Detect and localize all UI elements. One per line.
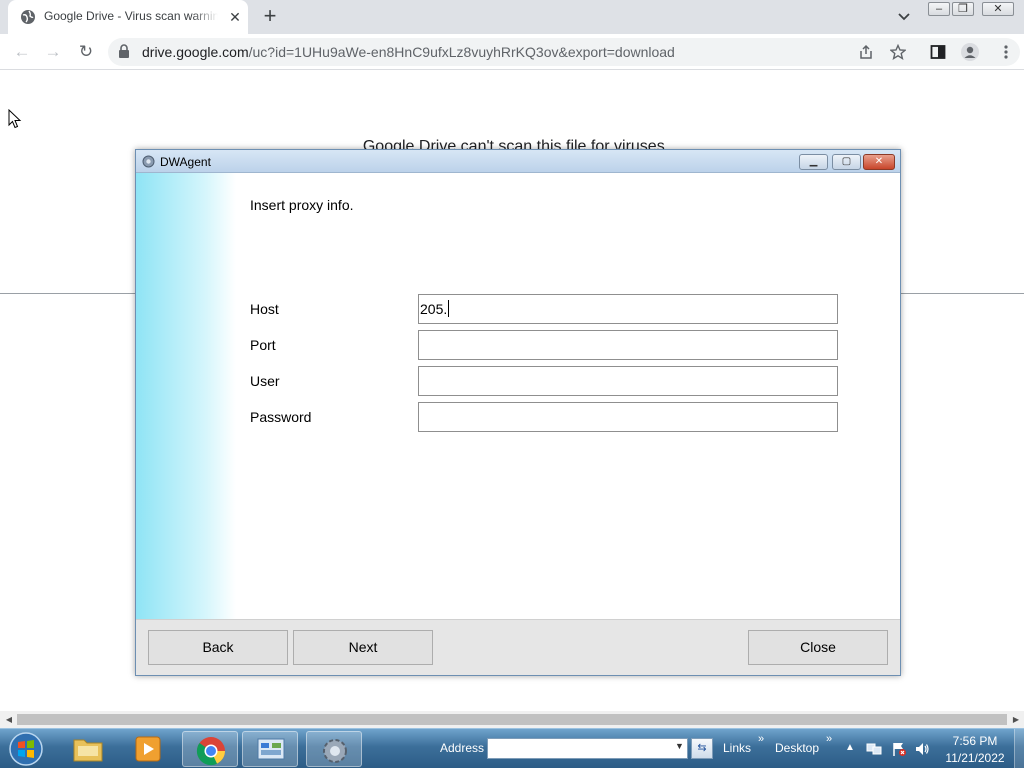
user-input[interactable] bbox=[418, 366, 838, 396]
address-go-icon[interactable]: ⇆ bbox=[691, 738, 713, 759]
volume-icon[interactable] bbox=[914, 741, 930, 757]
lock-icon[interactable] bbox=[118, 44, 130, 58]
reload-icon[interactable]: ↻ bbox=[76, 42, 96, 62]
bookmark-star-icon[interactable] bbox=[890, 44, 906, 60]
window-close-button[interactable]: ✕ bbox=[982, 2, 1014, 16]
links-chevron-icon[interactable]: » bbox=[758, 733, 764, 745]
window-minimize-button[interactable]: – bbox=[928, 2, 950, 16]
network-icon[interactable] bbox=[866, 741, 882, 757]
taskbar-media-player[interactable] bbox=[120, 731, 176, 767]
new-tab-button[interactable]: + bbox=[258, 5, 282, 29]
tab-search-chevron-icon[interactable] bbox=[895, 9, 913, 25]
tray-expand-icon[interactable]: ▲ bbox=[845, 742, 855, 758]
clock-time[interactable]: 7:56 PM bbox=[944, 734, 1006, 748]
taskbar-explorer[interactable] bbox=[60, 731, 116, 767]
dialog-title-bar[interactable]: DWAgent ▁ ▢ ✕ bbox=[136, 150, 900, 173]
window-restore-button[interactable]: ❐ bbox=[952, 2, 974, 16]
password-label: Password bbox=[250, 409, 312, 425]
more-menu-icon[interactable] bbox=[998, 44, 1014, 60]
dialog-title: DWAgent bbox=[160, 155, 211, 169]
desktop-toolbar[interactable]: Desktop bbox=[775, 741, 819, 755]
dialog-prompt: Insert proxy info. bbox=[250, 197, 354, 213]
address-toolbar-label: Address bbox=[440, 741, 485, 755]
links-toolbar[interactable]: Links bbox=[723, 741, 751, 755]
back-button[interactable]: Back bbox=[148, 630, 288, 665]
share-icon[interactable] bbox=[858, 44, 874, 60]
port-label: Port bbox=[250, 337, 276, 353]
tab-title: Google Drive - Virus scan warning bbox=[44, 9, 218, 23]
mouse-pointer-icon bbox=[8, 109, 22, 129]
taskbar-control-panel[interactable] bbox=[242, 731, 298, 767]
address-bar[interactable]: drive.google.com/uc?id=1UHu9aWe-en8HnC9u… bbox=[108, 38, 1020, 66]
url-text: drive.google.com/uc?id=1UHu9aWe-en8HnC9u… bbox=[142, 44, 675, 60]
clock-date[interactable]: 11/21/2022 bbox=[940, 751, 1010, 765]
desktop-chevron-icon[interactable]: » bbox=[826, 733, 832, 745]
scrollbar-thumb[interactable] bbox=[17, 714, 1007, 725]
globe-icon bbox=[21, 10, 35, 24]
dialog-body: Insert proxy info. Host 205. Port User P… bbox=[236, 173, 900, 619]
host-input[interactable]: 205. bbox=[418, 294, 838, 324]
url-host: drive.google.com bbox=[142, 44, 249, 60]
dialog-maximize-button[interactable]: ▢ bbox=[832, 154, 861, 170]
start-button-icon[interactable] bbox=[6, 731, 46, 767]
user-label: User bbox=[250, 373, 280, 389]
show-desktop-button[interactable] bbox=[1014, 729, 1024, 768]
url-path: /uc?id=1UHu9aWe-en8HnC9ufxLz8vuyhRrKQ3ov… bbox=[248, 44, 675, 60]
tab-close-icon[interactable]: ✕ bbox=[226, 8, 244, 26]
desktop-screen: Google Drive - Virus scan warning ✕ + – … bbox=[0, 0, 1024, 768]
forward-arrow-icon[interactable]: → bbox=[43, 42, 63, 62]
scroll-right-arrow-icon[interactable]: ▶ bbox=[1010, 714, 1022, 725]
port-input[interactable] bbox=[418, 330, 838, 360]
scroll-left-arrow-icon[interactable]: ◀ bbox=[3, 714, 15, 725]
browser-tab[interactable]: Google Drive - Virus scan warning ✕ bbox=[8, 0, 248, 34]
host-label: Host bbox=[250, 301, 279, 317]
next-button[interactable]: Next bbox=[293, 630, 433, 665]
password-input[interactable] bbox=[418, 402, 838, 432]
dialog-side-banner bbox=[136, 173, 236, 619]
action-center-flag-icon[interactable] bbox=[891, 741, 907, 757]
dialog-close-x-button[interactable]: ✕ bbox=[863, 154, 895, 170]
back-arrow-icon[interactable]: ← bbox=[12, 42, 32, 62]
taskbar-chrome[interactable] bbox=[182, 731, 238, 767]
taskbar-address-input[interactable] bbox=[487, 738, 688, 759]
control-panel-icon bbox=[257, 738, 285, 760]
gear-icon bbox=[323, 739, 347, 763]
dwagent-app-icon bbox=[142, 155, 155, 168]
browser-toolbar: ← → ↻ drive.google.com/uc?id=1UHu9aWe-en… bbox=[0, 34, 1024, 70]
chrome-icon bbox=[196, 737, 225, 766]
folder-icon bbox=[73, 739, 103, 762]
dialog-minimize-button[interactable]: ▁ bbox=[799, 154, 828, 170]
side-panel-icon[interactable] bbox=[930, 44, 946, 60]
close-button[interactable]: Close bbox=[748, 630, 888, 665]
host-input-value: 205. bbox=[420, 301, 448, 317]
browser-tab-strip: Google Drive - Virus scan warning ✕ + – … bbox=[0, 0, 1024, 34]
windows-taskbar: Address ▼ ⇆ Links » Desktop » ▲ 7:56 PM … bbox=[0, 728, 1024, 768]
media-player-icon bbox=[135, 736, 161, 762]
dialog-button-bar: Back Next Close bbox=[136, 619, 900, 675]
horizontal-scrollbar[interactable]: ◀ ▶ bbox=[0, 711, 1024, 728]
dwagent-dialog: DWAgent ▁ ▢ ✕ Insert proxy info. Host 20… bbox=[135, 149, 901, 676]
taskbar-dwagent[interactable] bbox=[306, 731, 362, 767]
profile-avatar-icon[interactable] bbox=[961, 43, 979, 61]
text-caret bbox=[448, 300, 450, 317]
